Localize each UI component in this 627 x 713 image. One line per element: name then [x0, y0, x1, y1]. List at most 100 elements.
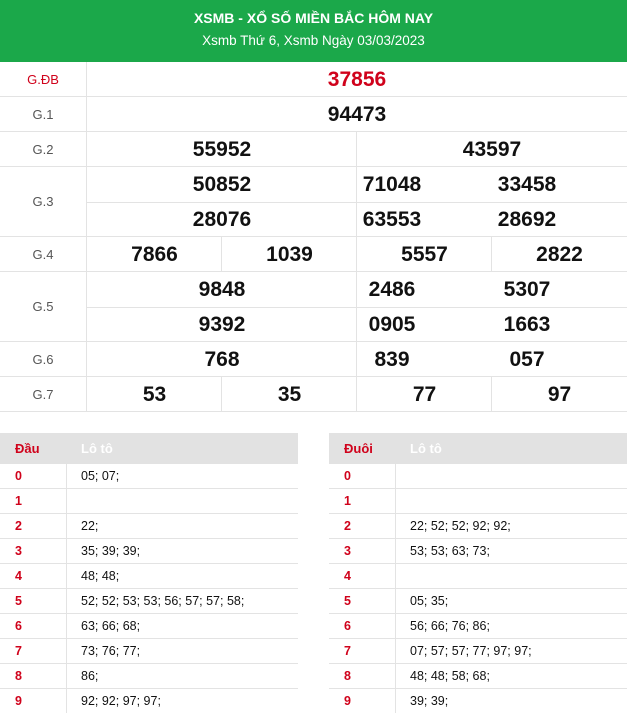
prize-number: 50852	[192, 172, 252, 196]
prize-number: 9392	[198, 312, 246, 336]
prize-number: 768	[204, 347, 240, 371]
digit-key: 9	[15, 694, 22, 708]
prize-number: 33458	[497, 172, 557, 196]
prize-number: 7866	[131, 242, 178, 266]
prize-number: 5557	[401, 242, 448, 266]
prize-row-g5: G.5 9848 2486 5307 9392 0905 1663	[0, 272, 627, 342]
table-row: 6 56; 66; 76; 86;	[329, 614, 627, 639]
digit-key: 4	[15, 569, 22, 583]
loto-values: 22;	[81, 519, 99, 533]
loto-head-table: Đầu Lô tô 0 05; 07; 1 2 22; 3 35; 39; 39; 4…	[0, 433, 298, 713]
loto-values: 73; 76; 77;	[81, 644, 141, 658]
results-table: G.ĐB 37856 G.1 94473 G.2 55952 43597 G.3…	[0, 62, 627, 412]
table-row: 8 48; 48; 58; 68;	[329, 664, 627, 689]
table-row: 0 05; 07;	[0, 464, 298, 489]
digit-key: 2	[344, 519, 351, 533]
table-row: 1	[0, 489, 298, 514]
table-row: 3 35; 39; 39;	[0, 539, 298, 564]
digit-key: 7	[344, 644, 351, 658]
loto-values: 07; 57; 57; 77; 97; 97;	[410, 644, 532, 658]
table-row: 5 05; 35;	[329, 589, 627, 614]
table-row: 2 22;	[0, 514, 298, 539]
digit-key: 3	[15, 544, 22, 558]
table-row: 4	[329, 564, 627, 589]
table-row: 2 22; 52; 52; 92; 92;	[329, 514, 627, 539]
loto-values: 53; 53; 63; 73;	[410, 544, 490, 558]
prize-row-g1: G.1 94473	[0, 97, 627, 132]
prize-number: 1039	[266, 242, 313, 266]
prize-number: 35	[277, 382, 302, 406]
prize-number: 94473	[327, 102, 387, 126]
loto-values: 56; 66; 76; 86;	[410, 619, 490, 633]
prize-row-g4: G.4 7866 1039 5557 2822	[0, 237, 627, 272]
prize-number: 37856	[327, 67, 387, 91]
prize-number: 28076	[192, 207, 252, 231]
prize-number: 0905	[368, 312, 416, 336]
digit-key: 4	[344, 569, 351, 583]
digit-key: 0	[344, 469, 351, 483]
table-row: 7 07; 57; 57; 77; 97; 97;	[329, 639, 627, 664]
prize-row-g7: G.7 53 35 77 97	[0, 377, 627, 412]
prize-number: 71048	[362, 172, 422, 196]
page-title: XSMB - XỔ SỐ MIỀN BẮC HÔM NAY	[193, 10, 434, 26]
prize-number: 839	[374, 347, 410, 371]
digit-key: 5	[344, 594, 351, 608]
loto-values: 35; 39; 39;	[81, 544, 141, 558]
prize-number: 63553	[362, 207, 422, 231]
loto-values: 63; 66; 68;	[81, 619, 141, 633]
digit-key: 7	[15, 644, 22, 658]
loto-tail-table: Đuôi Lô tô 0 1 2 22; 52; 52; 92; 92; 3 53;…	[329, 433, 627, 713]
digit-key: 1	[15, 494, 22, 508]
prize-label: G.2	[0, 132, 87, 166]
prize-number: 1663	[503, 312, 551, 336]
prize-label: G.5	[0, 272, 87, 341]
loto-values: 86;	[81, 669, 99, 683]
table-row: 7 73; 76; 77;	[0, 639, 298, 664]
prize-number: 057	[509, 347, 545, 371]
prize-label: G.6	[0, 342, 87, 376]
prize-label: G.1	[0, 97, 87, 131]
table-row: 8 86;	[0, 664, 298, 689]
prize-number: 55952	[192, 137, 252, 161]
prize-number: 53	[142, 382, 167, 406]
prize-label: G.3	[0, 167, 87, 236]
prize-row-g6: G.6 768 839 057	[0, 342, 627, 377]
prize-number: 9848	[198, 277, 246, 301]
prize-number: 28692	[497, 207, 557, 231]
loto-values: 22; 52; 52; 92; 92;	[410, 519, 511, 533]
loto-values: 92; 92; 97; 97;	[81, 694, 161, 708]
table-row: 1	[329, 489, 627, 514]
prize-number: 5307	[503, 277, 551, 301]
prize-number: 2822	[536, 242, 583, 266]
loto-values: 48; 48;	[81, 569, 120, 583]
loto-values: 05; 35;	[410, 594, 449, 608]
loto-values: 52; 52; 53; 53; 56; 57; 57; 58;	[81, 594, 245, 608]
digit-key: 0	[15, 469, 22, 483]
prize-label: G.4	[0, 237, 87, 271]
table-row: 5 52; 52; 53; 53; 56; 57; 57; 58;	[0, 589, 298, 614]
prize-label: G.7	[0, 377, 87, 411]
column-header-head: Đầu	[15, 441, 40, 456]
digit-key: 6	[15, 619, 22, 633]
prize-row-g3: G.3 50852 71048 33458 28076 63553 28692	[0, 167, 627, 237]
column-header-loto: Lô tô	[81, 441, 113, 456]
loto-tail-header: Đuôi Lô tô	[329, 433, 627, 464]
column-header-tail: Đuôi	[344, 441, 373, 456]
prize-row-special: G.ĐB 37856	[0, 62, 627, 97]
table-row: 9 39; 39;	[329, 689, 627, 713]
table-row: 6 63; 66; 68;	[0, 614, 298, 639]
page-subtitle: Xsmb Thứ 6, Xsmb Ngày 03/03/2023	[202, 33, 425, 48]
table-row: 9 92; 92; 97; 97;	[0, 689, 298, 713]
table-row: 4 48; 48;	[0, 564, 298, 589]
prize-number: 2486	[368, 277, 416, 301]
digit-key: 5	[15, 594, 22, 608]
digit-key: 8	[15, 669, 22, 683]
prize-number: 43597	[462, 137, 522, 161]
prize-label: G.ĐB	[0, 62, 87, 96]
loto-values: 39; 39;	[410, 694, 449, 708]
loto-values: 05; 07;	[81, 469, 120, 483]
digit-key: 8	[344, 669, 351, 683]
table-row: 0	[329, 464, 627, 489]
digit-key: 1	[344, 494, 351, 508]
page-header: XSMB - XỔ SỐ MIỀN BẮC HÔM NAY Xsmb Thứ 6…	[0, 0, 627, 62]
